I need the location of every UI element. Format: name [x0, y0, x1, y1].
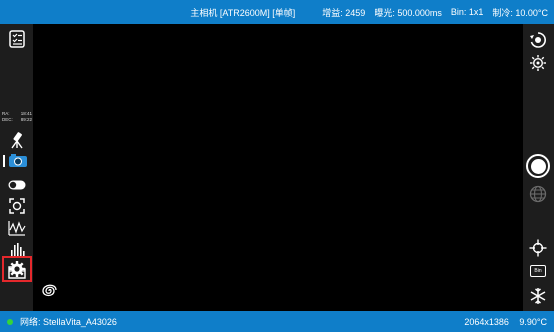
- image-viewport[interactable]: [33, 24, 523, 311]
- bin-button[interactable]: Bin: [530, 265, 546, 277]
- galaxy-icon[interactable]: [39, 281, 59, 301]
- capture-button-inner: [530, 158, 546, 174]
- dec-value: 89:22: [20, 117, 32, 122]
- telescope-mount-icon[interactable]: [6, 130, 28, 150]
- camera-label[interactable]: 主相机 [ATR2600M] [单帧]: [190, 6, 295, 19]
- bin-value[interactable]: Bin: 1x1: [451, 7, 484, 17]
- focus-frame-icon[interactable]: [6, 197, 28, 215]
- capture-button[interactable]: [526, 154, 550, 178]
- camera-mode-icon[interactable]: [1, 152, 32, 170]
- brightness-icon[interactable]: [527, 53, 549, 73]
- crosshair-icon[interactable]: [527, 238, 549, 258]
- gear-icon: [4, 258, 30, 280]
- cooling-value[interactable]: 制冷: 10.00°C: [492, 6, 548, 19]
- checklist-icon[interactable]: [7, 29, 27, 49]
- bottom-status-bar: 网络: StellaVita_A43026 2064x1386 9.90°C: [0, 311, 554, 332]
- sensor-temperature: 9.90°C: [519, 316, 547, 327]
- top-status-bar: 主相机 [ATR2600M] [单帧] 增益: 2459 曝光: 500.000…: [0, 0, 554, 24]
- dec-label: DEC:: [2, 117, 13, 122]
- focus-curve-icon[interactable]: [6, 218, 28, 238]
- resolution-value: 2064x1386: [464, 316, 509, 327]
- globe-icon[interactable]: [528, 184, 548, 204]
- gain-value[interactable]: 增益: 2459: [322, 6, 365, 19]
- ra-dec-readout: RA: 18:41 DEC: 89:22: [2, 111, 32, 123]
- settings-button[interactable]: [2, 256, 32, 282]
- toggle-switch-icon[interactable]: [6, 177, 28, 193]
- snowflake-icon[interactable]: [527, 286, 549, 306]
- network-label[interactable]: 网络: StellaVita_A43026: [20, 315, 117, 328]
- auto-exposure-icon[interactable]: [527, 30, 549, 50]
- connection-status-dot: [7, 318, 13, 325]
- exposure-value[interactable]: 曝光: 500.000ms: [374, 6, 442, 19]
